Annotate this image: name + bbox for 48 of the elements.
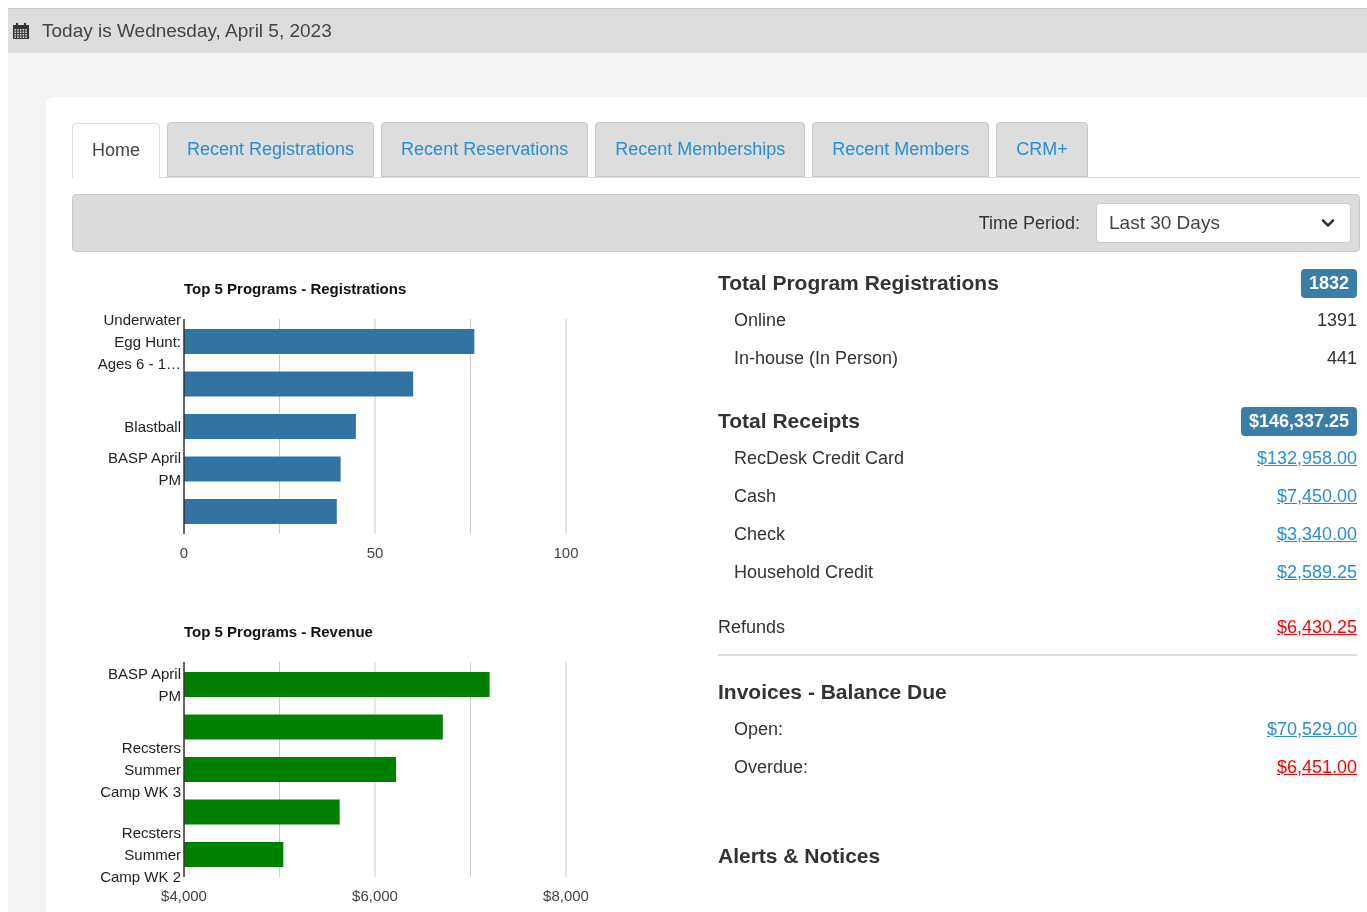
total-badge: $146,337.25 [1240,406,1357,436]
row-label: Cash [734,484,777,508]
tab[interactable]: Recent Memberships [595,122,806,177]
section-heading: Invoices - Balance Due [718,679,947,706]
section-heading: Total Receipts [718,408,860,435]
count-value: 441 [1326,346,1357,370]
total-badge: 1832 [1300,268,1357,298]
chart-title: Top 5 Programs - Registrations [184,280,407,297]
amount-link[interactable]: $70,529.00 [1266,715,1357,743]
tick-label: 50 [366,544,384,561]
tick-label: 100 [553,544,579,561]
section-heading: Total Program Registrations [718,270,999,297]
axis-label: Recsters Summer Camp WK 2 [99,822,181,887]
axis-label: Blastball [124,416,181,437]
tick-label: $4,000 [161,887,207,904]
section-heading: Alerts & Notices [718,843,881,870]
row-label: Check [734,522,786,546]
amount-link[interactable]: $132,958.00 [1256,444,1357,472]
tick-label: $6,000 [352,887,398,904]
tick-label: 0 [179,544,189,561]
calendar-icon [12,22,30,40]
axis-label: Recsters Summer Camp WK 3 [99,737,181,802]
row-label: Open: [734,717,784,741]
chart-title: Top 5 Programs - Revenue [184,623,373,640]
amount-link[interactable]: $3,340.00 [1276,520,1357,548]
axis-label: BASP April PM [106,448,181,490]
tab[interactable]: Home [72,123,160,178]
tab[interactable]: Recent Members [812,122,990,177]
filter-label: Time Period: [978,211,1080,235]
tab[interactable]: CRM+ [996,122,1088,177]
row-label: Online [734,308,787,332]
axis-label: BASP April PM [106,663,181,706]
date-text: Today is Wednesday, April 5, 2023 [42,18,332,43]
amount-link[interactable]: $6,451.00 [1276,753,1357,781]
tab[interactable]: Recent Registrations [167,122,375,177]
row-label: Refunds [718,615,786,639]
amount-link[interactable]: $2,589.25 [1276,558,1357,586]
tab[interactable]: Recent Reservations [381,122,589,177]
row-label: Household Credit [734,560,874,584]
row-label: Overdue: [734,755,809,779]
row-label: In-house (In Person) [734,346,899,370]
row-label: RecDesk Credit Card [734,446,905,470]
count-value: 1391 [1316,308,1357,332]
amount-link[interactable]: $6,430.25 [1276,613,1357,641]
time-period-select[interactable]: Last 30 Days [1096,203,1351,243]
amount-link[interactable]: $7,450.00 [1276,482,1357,510]
tick-label: $8,000 [543,887,589,904]
axis-label: Underwater Egg Hunt: Ages 6 - 1… [96,309,181,374]
